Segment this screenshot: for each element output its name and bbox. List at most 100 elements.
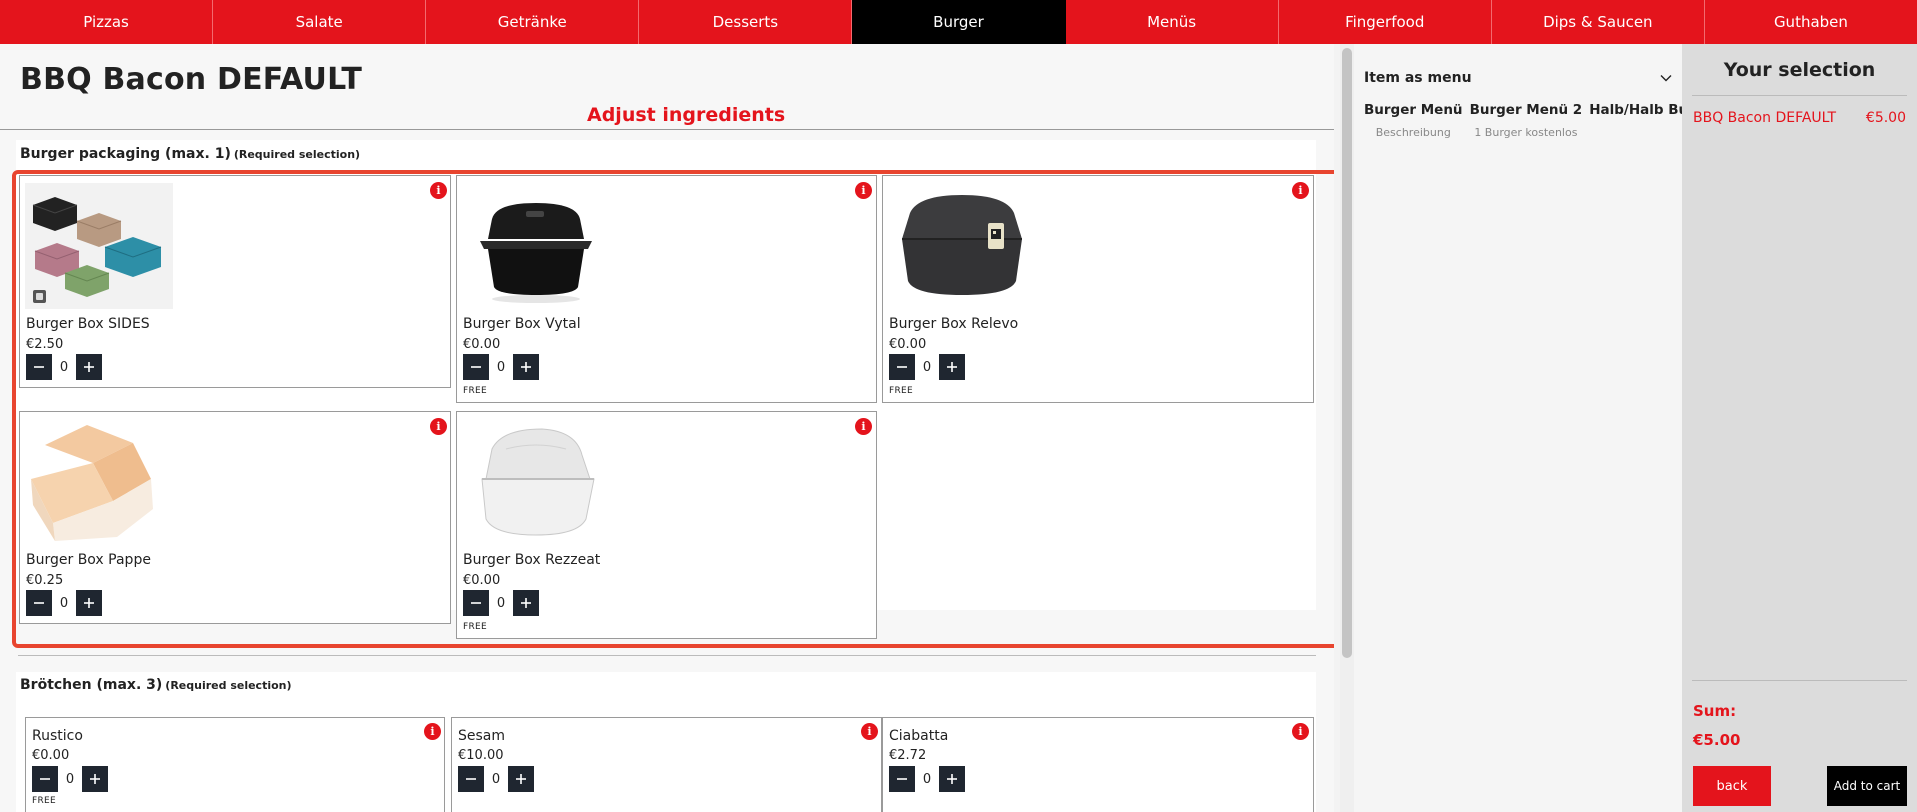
quantity-stepper: 0 <box>889 766 965 792</box>
info-icon[interactable]: i <box>861 723 878 740</box>
info-icon[interactable]: i <box>1292 182 1309 199</box>
menu-option-burger-menue-2[interactable]: Burger Menü 2 1 Burger kostenlos <box>1470 102 1583 139</box>
tab-getraenke[interactable]: Getränke <box>426 0 640 44</box>
group-title-text: Burger packaging (max. 1) <box>20 146 231 162</box>
minus-icon <box>897 366 907 368</box>
product-configurator: BBQ Bacon DEFAULT Adjust ingredients Bur… <box>0 44 1334 812</box>
item-as-menu-toggle[interactable]: Item as menu <box>1364 70 1672 86</box>
quantity-value: 0 <box>65 771 75 787</box>
burger-box-relevo-image <box>888 183 1036 309</box>
menu-options-panel: Item as menu Burger Menü Beschreibung Bu… <box>1354 44 1720 812</box>
broetchen-group-title: Brötchen (max. 3) (Required selection) <box>20 677 292 693</box>
decrease-button[interactable] <box>889 354 915 380</box>
quantity-value: 0 <box>496 595 506 611</box>
minus-icon <box>40 778 50 780</box>
burger-box-vytal-image <box>462 183 610 309</box>
option-price: €0.25 <box>26 573 64 588</box>
option-name: Burger Box Pappe <box>26 552 151 568</box>
info-icon[interactable]: i <box>430 418 447 435</box>
tab-burger[interactable]: Burger <box>852 0 1066 44</box>
plus-icon <box>516 774 526 784</box>
decrease-button[interactable] <box>463 590 489 616</box>
plus-icon <box>84 598 94 608</box>
option-price: €10.00 <box>458 748 504 763</box>
option-price: €0.00 <box>889 337 927 352</box>
menu-option-burger-menue[interactable]: Burger Menü Beschreibung <box>1364 102 1463 139</box>
option-price: €0.00 <box>32 748 70 763</box>
option-card-rustico[interactable]: i Rustico €0.00 0 FREE <box>25 717 445 812</box>
option-card-burger-box-vytal[interactable]: i Burger Box Vytal €0.00 0 FREE <box>456 175 877 403</box>
tab-fingerfood[interactable]: Fingerfood <box>1279 0 1492 44</box>
minus-icon <box>34 602 44 604</box>
option-card-ciabatta[interactable]: i Ciabatta €2.72 0 <box>882 717 1314 812</box>
quantity-stepper: 0 <box>463 354 539 380</box>
increase-button[interactable] <box>513 354 539 380</box>
tab-salate[interactable]: Salate <box>213 0 427 44</box>
selection-title: Your selection <box>1723 59 1876 81</box>
category-nav: Pizzas Salate Getränke Desserts Burger M… <box>0 0 1917 44</box>
tab-dips-saucen[interactable]: Dips & Saucen <box>1492 0 1705 44</box>
increase-button[interactable] <box>76 590 102 616</box>
quantity-value: 0 <box>496 359 506 375</box>
selection-item: BBQ Bacon DEFAULT €5.00 <box>1693 110 1906 126</box>
option-card-burger-box-sides[interactable]: i Burger Box SIDES €2.50 0 <box>19 175 451 388</box>
option-card-burger-box-rezzeat[interactable]: i Burger Box Rezzeat €0.00 0 FREE <box>456 411 877 639</box>
increase-button[interactable] <box>939 766 965 792</box>
adjust-ingredients-heading: Adjust ingredients <box>587 104 786 126</box>
increase-button[interactable] <box>76 354 102 380</box>
info-icon[interactable]: i <box>430 182 447 199</box>
scrollbar-thumb[interactable] <box>1342 48 1352 658</box>
option-card-burger-box-pappe[interactable]: i Burger Box Pappe €0.25 0 <box>19 411 451 624</box>
group-divider <box>18 655 1316 656</box>
selection-item-name: BBQ Bacon DEFAULT <box>1693 110 1837 126</box>
quantity-value: 0 <box>922 359 932 375</box>
increase-button[interactable] <box>508 766 534 792</box>
info-icon[interactable]: i <box>1292 723 1309 740</box>
decrease-button[interactable] <box>889 766 915 792</box>
packaging-group-title: Burger packaging (max. 1) (Required selec… <box>20 146 360 162</box>
burger-box-sides-image <box>25 183 173 309</box>
tab-pizzas[interactable]: Pizzas <box>0 0 214 44</box>
tab-menues[interactable]: Menüs <box>1066 0 1279 44</box>
minus-icon <box>897 778 907 780</box>
option-card-burger-box-relevo[interactable]: i Burger Box Relevo €0.00 0 FREE <box>882 175 1314 403</box>
plus-icon <box>521 598 531 608</box>
option-price: €0.00 <box>463 337 501 352</box>
back-button[interactable]: back <box>1693 766 1771 806</box>
increase-button[interactable] <box>513 590 539 616</box>
option-name: Burger Box Vytal <box>463 316 581 332</box>
minus-icon <box>471 602 481 604</box>
free-badge: FREE <box>463 622 488 632</box>
add-to-cart-button[interactable]: Add to cart <box>1827 766 1907 806</box>
quantity-value: 0 <box>59 595 69 611</box>
option-name: Rustico <box>32 728 83 744</box>
tab-guthaben[interactable]: Guthaben <box>1705 0 1917 44</box>
option-card-sesam[interactable]: i Sesam €10.00 0 <box>451 717 882 812</box>
plus-icon <box>947 362 957 372</box>
info-icon[interactable]: i <box>855 182 872 199</box>
option-price: €2.72 <box>889 748 927 763</box>
menu-option-list: Burger Menü Beschreibung Burger Menü 2 1… <box>1364 102 1720 139</box>
sum-value: €5.00 <box>1693 731 1741 749</box>
decrease-button[interactable] <box>463 354 489 380</box>
info-icon[interactable]: i <box>424 723 441 740</box>
tab-desserts[interactable]: Desserts <box>639 0 853 44</box>
decrease-button[interactable] <box>26 354 52 380</box>
increase-button[interactable] <box>939 354 965 380</box>
option-name: Sesam <box>458 728 506 744</box>
sum-divider <box>1692 680 1907 681</box>
plus-icon <box>84 362 94 372</box>
selection-divider <box>1692 95 1907 96</box>
decrease-button[interactable] <box>26 590 52 616</box>
required-note: (Required selection) <box>165 679 292 692</box>
minus-icon <box>471 366 481 368</box>
burger-box-rezzeat-image <box>462 419 610 545</box>
decrease-button[interactable] <box>458 766 484 792</box>
info-icon[interactable]: i <box>855 418 872 435</box>
group-title-text: Brötchen (max. 3) <box>20 677 163 693</box>
product-title: BBQ Bacon DEFAULT <box>20 62 363 97</box>
menu-heading: Item as menu <box>1364 70 1472 86</box>
decrease-button[interactable] <box>32 766 58 792</box>
increase-button[interactable] <box>82 766 108 792</box>
quantity-stepper: 0 <box>26 590 102 616</box>
